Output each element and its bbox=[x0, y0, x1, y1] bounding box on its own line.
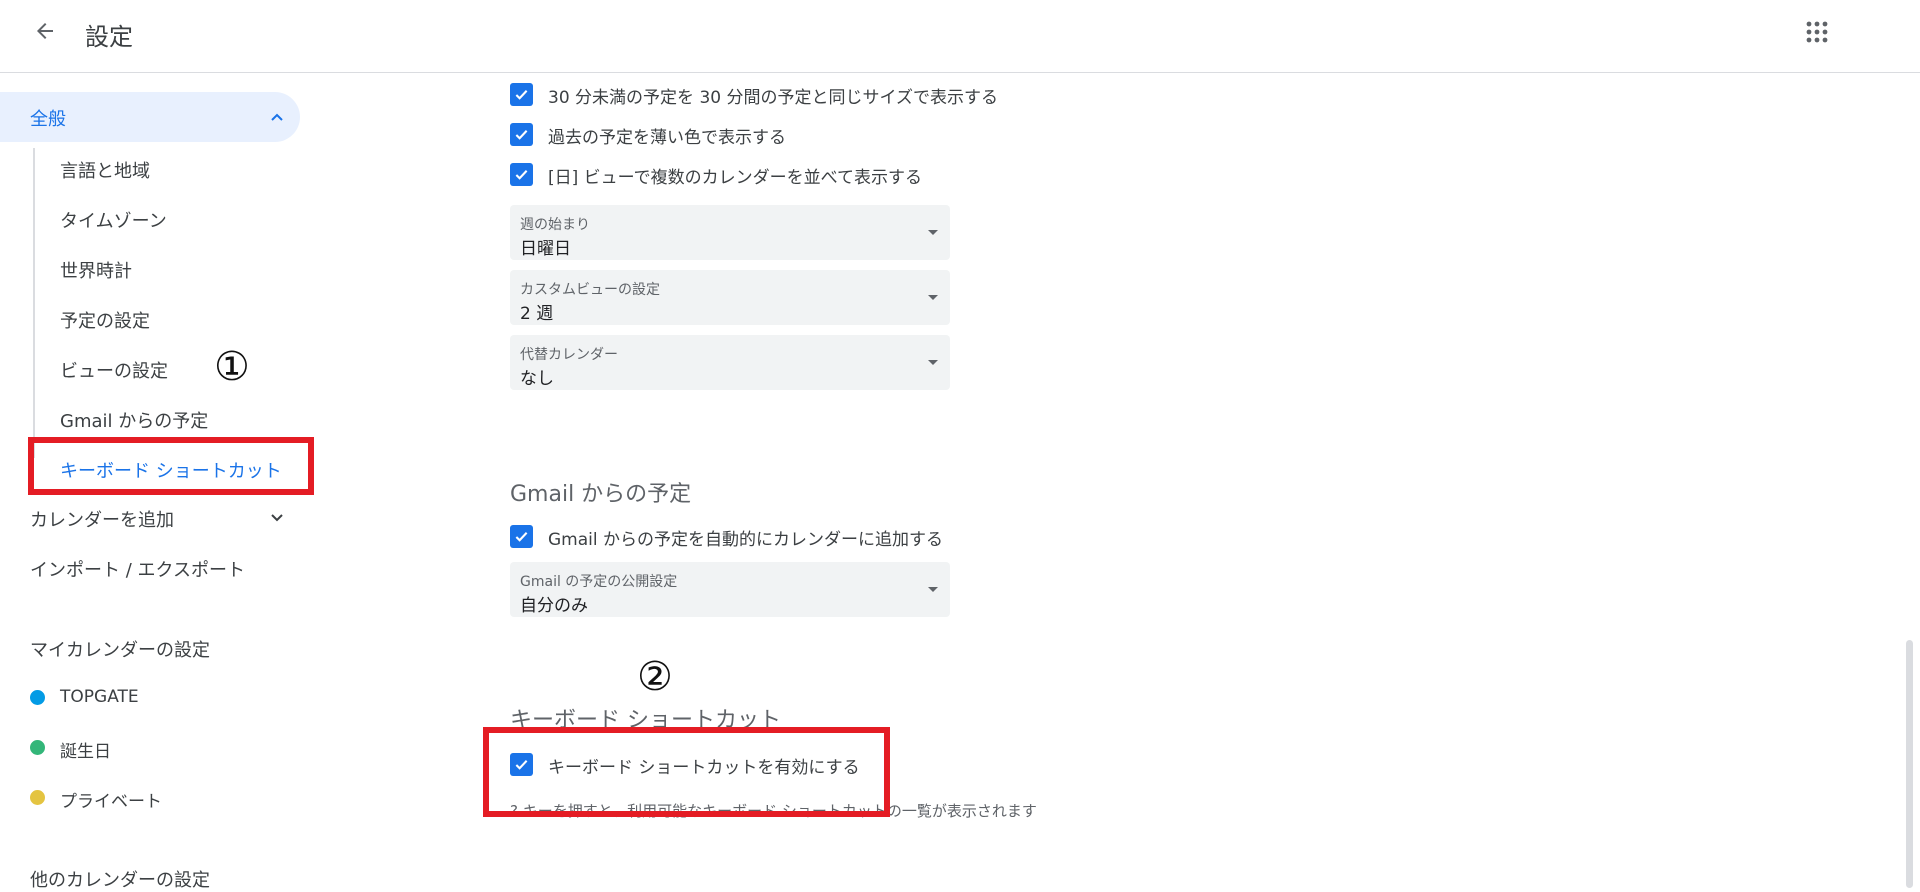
sidebar-item-timezone[interactable]: タイムゾーン bbox=[60, 207, 167, 233]
calendar-item-private[interactable]: プライベート bbox=[60, 787, 162, 812]
chevron-down-icon[interactable] bbox=[268, 508, 286, 526]
annotation-box-1 bbox=[28, 437, 314, 495]
app-header bbox=[0, 0, 1920, 73]
sidebar-sub-divider bbox=[33, 148, 35, 458]
sidebar-item-language-region[interactable]: 言語と地域 bbox=[60, 157, 150, 183]
sidebar-item-gmail-events[interactable]: Gmail からの予定 bbox=[60, 407, 208, 433]
select-value: なし bbox=[520, 369, 554, 389]
checkbox-add-gmail-events[interactable] bbox=[510, 525, 533, 548]
checkbox-label: [日] ビューで複数のカレンダーを並べて表示する bbox=[548, 168, 922, 188]
sidebar-item-view-settings[interactable]: ビューの設定 bbox=[60, 357, 168, 383]
annotation-step-1: ① bbox=[214, 344, 250, 390]
annotation-box-2 bbox=[483, 727, 890, 817]
select-label: 代替カレンダー bbox=[520, 347, 618, 363]
checkbox-dim-past-events[interactable] bbox=[510, 123, 533, 146]
calendar-item-topgate[interactable]: TOPGATE bbox=[60, 687, 139, 707]
checkbox-label: 30 分未満の予定を 30 分間の予定と同じサイズで表示する bbox=[548, 88, 998, 108]
select-value: 自分のみ bbox=[520, 596, 588, 616]
week-start-select[interactable]: 週の始まり 日曜日 bbox=[510, 205, 950, 260]
checkbox-label: Gmail からの予定を自動的にカレンダーに追加する bbox=[548, 530, 944, 550]
apps-grid-icon[interactable] bbox=[1797, 14, 1837, 50]
select-label: カスタムビューの設定 bbox=[520, 282, 660, 298]
dropdown-arrow-icon bbox=[928, 360, 938, 365]
sidebar-item-import-export[interactable]: インポート / エクスポート bbox=[30, 556, 245, 582]
gmail-visibility-select[interactable]: Gmail の予定の公開設定 自分のみ bbox=[510, 562, 950, 617]
calendar-item-birthdays[interactable]: 誕生日 bbox=[60, 737, 111, 762]
sidebar-item-world-clock[interactable]: 世界時計 bbox=[60, 257, 132, 283]
back-arrow-icon[interactable] bbox=[28, 14, 62, 48]
dropdown-arrow-icon bbox=[928, 587, 938, 592]
custom-view-select[interactable]: カスタムビューの設定 2 週 bbox=[510, 270, 950, 325]
select-value: 日曜日 bbox=[520, 239, 571, 259]
dropdown-arrow-icon bbox=[928, 295, 938, 300]
alternate-calendar-select[interactable]: 代替カレンダー なし bbox=[510, 335, 950, 390]
annotation-step-2: ② bbox=[637, 654, 673, 700]
calendar-color-dot bbox=[30, 740, 45, 755]
chevron-up-icon[interactable] bbox=[268, 108, 286, 126]
select-label: Gmail の予定の公開設定 bbox=[520, 574, 678, 590]
page-title: 設定 bbox=[85, 23, 133, 51]
other-calendars-heading[interactable]: 他のカレンダーの設定 bbox=[30, 866, 210, 892]
sidebar-item-general-label: 全般 bbox=[30, 109, 66, 130]
checkbox-short-events[interactable] bbox=[510, 83, 533, 106]
my-calendars-heading[interactable]: マイカレンダーの設定 bbox=[30, 636, 210, 662]
sidebar-item-event-settings[interactable]: 予定の設定 bbox=[60, 307, 150, 333]
dropdown-arrow-icon bbox=[928, 230, 938, 235]
checkbox-side-by-side-day[interactable] bbox=[510, 163, 533, 186]
checkbox-label: 過去の予定を薄い色で表示する bbox=[548, 128, 786, 148]
scrollbar-thumb[interactable] bbox=[1906, 640, 1913, 888]
select-label: 週の始まり bbox=[520, 217, 590, 233]
gmail-section-heading: Gmail からの予定 bbox=[510, 482, 692, 507]
select-value: 2 週 bbox=[520, 304, 554, 324]
calendar-color-dot bbox=[30, 690, 45, 705]
calendar-color-dot bbox=[30, 790, 45, 805]
sidebar-item-add-calendar[interactable]: カレンダーを追加 bbox=[30, 506, 174, 532]
